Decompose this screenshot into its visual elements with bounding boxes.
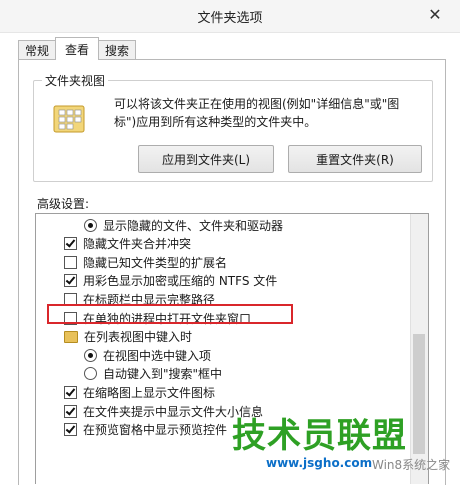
setting-row[interactable]: 用彩色显示加密或压缩的 NTFS 文件 — [64, 272, 277, 290]
setting-radio[interactable] — [84, 367, 97, 381]
setting-row[interactable]: 在列表视图中键入时 — [64, 328, 192, 346]
folder-view-icon — [53, 105, 85, 133]
folder-views-description: 可以将该文件夹正在使用的视图(例如"详细信息"或"图标")应用到所有这种类型的文… — [114, 97, 400, 129]
setting-row[interactable]: 显示隐藏的文件、文件夹和驱动器 — [84, 216, 283, 234]
setting-checkbox[interactable] — [64, 255, 77, 269]
setting-row[interactable]: 隐藏文件夹合并冲突 — [64, 235, 191, 253]
setting-label: 显示隐藏的文件、文件夹和驱动器 — [103, 218, 284, 233]
setting-radio[interactable] — [84, 218, 97, 232]
reset-folders-button[interactable]: 重置文件夹(R) — [288, 145, 422, 173]
close-icon: ✕ — [428, 4, 442, 24]
setting-label: 在缩略图上显示文件图标 — [83, 385, 216, 400]
setting-checkbox[interactable] — [64, 404, 77, 418]
setting-row[interactable]: 在缩略图上显示文件图标 — [64, 383, 215, 401]
setting-row[interactable]: 自动键入到"搜索"框中 — [84, 365, 222, 383]
highlight-box — [47, 304, 293, 324]
tab-view[interactable]: 查看 — [55, 37, 100, 60]
setting-label: 自动键入到"搜索"框中 — [103, 367, 223, 382]
advanced-settings-label: 高级设置: — [37, 197, 90, 211]
setting-row[interactable]: 在预览窗格中显示预览控件 — [64, 421, 227, 439]
tab-strip: 常规 查看 搜索 — [18, 37, 137, 60]
setting-label: 在列表视图中键入时 — [84, 330, 193, 345]
setting-checkbox[interactable] — [64, 423, 77, 437]
setting-label: 用彩色显示加密或压缩的 NTFS 文件 — [83, 274, 278, 289]
watermark-logo: 技术员联盟 — [232, 416, 407, 456]
window-title: 文件夹选项 — [197, 11, 263, 26]
folder-views-title: 文件夹视图 — [42, 72, 109, 89]
watermark-extra: Win8系统之家 — [372, 458, 451, 472]
setting-radio[interactable] — [84, 348, 97, 362]
watermark-site: www.jsgho.com — [266, 456, 373, 470]
close-button[interactable]: ✕ — [418, 3, 452, 25]
setting-label: 在预览窗格中显示预览控件 — [83, 423, 228, 438]
watermark: 技术员联盟 www.jsgho.com Win8系统之家 — [232, 416, 460, 484]
setting-label: 隐藏文件夹合并冲突 — [83, 237, 192, 252]
setting-checkbox[interactable] — [64, 385, 77, 399]
setting-row[interactable]: 隐藏已知文件类型的扩展名 — [64, 253, 227, 271]
setting-label: 在视图中选中键入项 — [103, 348, 212, 363]
setting-checkbox[interactable] — [64, 274, 77, 288]
folder-views-group: 文件夹视图 可以将该文件夹正在使用的视图(例如"详细信息"或"图标")应用到所有… — [33, 72, 433, 182]
tab-general[interactable]: 常规 — [18, 40, 57, 60]
setting-checkbox[interactable] — [64, 237, 77, 251]
folder-icon — [64, 330, 78, 343]
title-bar: 文件夹选项 ✕ — [0, 0, 460, 33]
apply-to-folders-button[interactable]: 应用到文件夹(L) — [138, 145, 274, 173]
setting-row[interactable]: 在视图中选中键入项 — [84, 346, 211, 364]
setting-label: 隐藏已知文件类型的扩展名 — [83, 255, 228, 270]
tab-search[interactable]: 搜索 — [98, 40, 137, 60]
